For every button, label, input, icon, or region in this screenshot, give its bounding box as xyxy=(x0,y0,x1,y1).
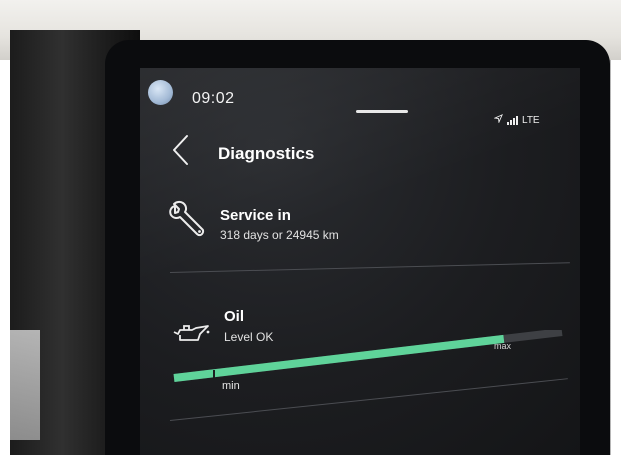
back-button[interactable] xyxy=(170,134,192,166)
screen-glare xyxy=(140,68,580,455)
oil-title: Oil xyxy=(224,308,245,325)
gauge-max-label: max xyxy=(494,341,512,351)
status-time: 09:02 xyxy=(192,90,235,107)
service-detail: 318 days or 24945 km xyxy=(220,228,339,242)
top-pull-handle[interactable] xyxy=(356,110,408,113)
photo-frame: 09:02 LTE Diagnostics Service in 318 day… xyxy=(0,0,621,460)
signal-bars-icon xyxy=(507,115,518,125)
status-indicators: LTE xyxy=(493,114,540,126)
network-type: LTE xyxy=(522,114,540,126)
avatar[interactable] xyxy=(148,80,173,105)
gauge-fill xyxy=(173,334,505,382)
wrench-icon xyxy=(166,200,206,245)
page-title: Diagnostics xyxy=(218,144,315,163)
infotainment-screen: 09:02 LTE Diagnostics Service in 318 day… xyxy=(140,68,580,455)
gauge-min-label: min xyxy=(222,380,240,392)
service-title: Service in xyxy=(220,207,291,224)
divider xyxy=(169,262,570,273)
vent-reflection xyxy=(10,330,40,440)
location-arrow-icon xyxy=(493,114,503,126)
chevron-left-icon xyxy=(173,135,188,165)
